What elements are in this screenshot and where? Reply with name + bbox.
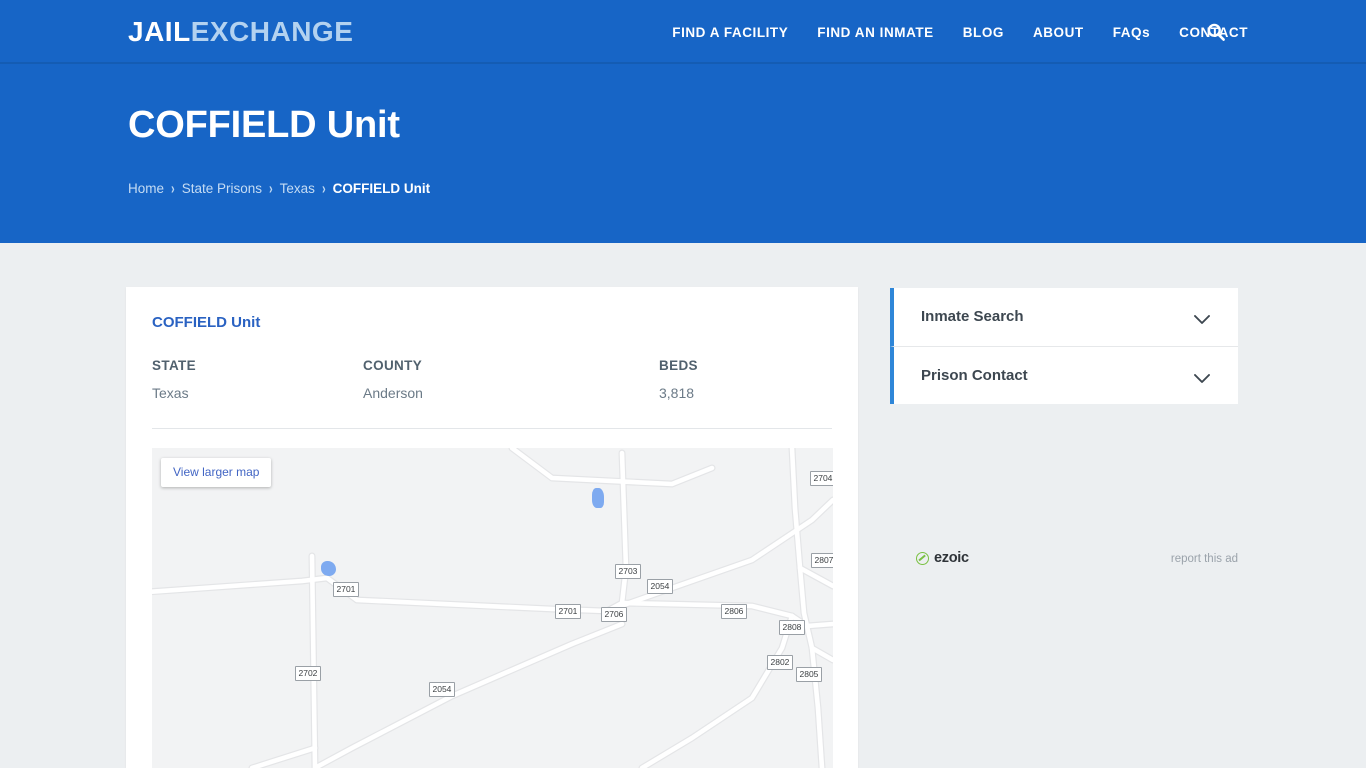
road-label: 2703 [615, 564, 641, 579]
road-label: 2706 [601, 607, 627, 622]
hero-banner: COFFIELD Unit Home › State Prisons › Texas › C… [0, 64, 1366, 243]
road-label: 2704 [810, 471, 833, 486]
stat-beds-value: 3,818 [659, 385, 695, 401]
road-label: 2802 [767, 655, 793, 670]
page-title: COFFIELD Unit [128, 104, 400, 146]
nav-blog[interactable]: BLOG [963, 25, 1004, 40]
road-label: 2808 [779, 620, 805, 635]
primary-navigation: FIND A FACILITY FIND AN INMATE BLOG ABOUT FA… [672, 0, 1248, 64]
facility-name-heading: COFFIELD Unit [152, 314, 261, 331]
view-larger-map-button[interactable]: View larger map [161, 458, 272, 487]
road-label: 2701 [333, 582, 359, 597]
stat-state: STATE Texas [152, 357, 196, 402]
breadcrumb-item-1[interactable]: State Prisons [182, 181, 262, 197]
nav-find-a-facility[interactable]: FIND A FACILITY [672, 25, 788, 40]
road-label: 2807 [811, 553, 833, 568]
site-header: JAILEXCHANGE FIND A FACILITY FIND AN INMA… [0, 0, 1366, 64]
stat-county-label: COUNTY [363, 358, 423, 373]
stat-state-value: Texas [152, 385, 189, 401]
facility-details-card: COFFIELD Unit STATE Texas COUNTY Anderso… [126, 287, 858, 768]
breadcrumb-separator-icon: › [171, 180, 175, 198]
search-icon[interactable] [1206, 22, 1226, 42]
logo-text-jail: JAIL [128, 16, 191, 47]
stat-beds: BEDS 3,818 [659, 357, 698, 402]
stat-county-value: Anderson [363, 385, 423, 401]
road-label: 2806 [721, 604, 747, 619]
stat-county: COUNTY Anderson [363, 357, 423, 402]
breadcrumb: Home › State Prisons › Texas › COFFIELD Unit [128, 180, 431, 197]
nav-about[interactable]: ABOUT [1033, 25, 1084, 40]
ezoic-logo: ezoic [916, 551, 969, 566]
accordion-title: Prison Contact [921, 366, 1028, 384]
sidebar: Inmate Search Prison Contact [890, 288, 1238, 404]
logo-text-exchange: EXCHANGE [190, 16, 354, 47]
nav-find-an-inmate[interactable]: FIND AN INMATE [817, 25, 933, 40]
road-label: 2702 [295, 666, 321, 681]
location-map[interactable]: View larger map 2704 2807 2703 2054 2701 2701… [152, 448, 833, 768]
chevron-down-icon[interactable] [1194, 312, 1210, 324]
water-body [592, 488, 604, 508]
breadcrumb-item-0[interactable]: Home [128, 181, 164, 197]
ezoic-mark-icon [916, 552, 929, 565]
road-label: 2054 [647, 579, 673, 594]
accordion-inmate-search[interactable]: Inmate Search [890, 288, 1238, 346]
nav-faqs[interactable]: FAQs [1113, 25, 1150, 40]
accordion-title: Inmate Search [921, 308, 1024, 325]
breadcrumb-separator-icon: › [321, 180, 326, 198]
road-label: 2054 [429, 682, 455, 697]
road-label: 2805 [796, 667, 822, 682]
stat-state-label: STATE [152, 358, 196, 373]
report-this-ad-link[interactable]: report this ad [1171, 553, 1238, 566]
ad-footer-strip: ezoic report this ad [890, 546, 1238, 576]
accordion-prison-contact[interactable]: Prison Contact [890, 346, 1238, 404]
stat-beds-label: BEDS [659, 358, 698, 373]
road-label: 2701 [555, 604, 581, 619]
chevron-down-icon[interactable] [1194, 371, 1210, 383]
water-body [321, 561, 336, 576]
section-divider [152, 428, 832, 429]
breadcrumb-item-2[interactable]: Texas [280, 181, 315, 197]
ezoic-wordmark: ezoic [934, 550, 969, 566]
site-logo[interactable]: JAILEXCHANGE [128, 18, 353, 46]
breadcrumb-item-3: COFFIELD Unit [332, 181, 431, 196]
breadcrumb-separator-icon: › [268, 180, 273, 198]
